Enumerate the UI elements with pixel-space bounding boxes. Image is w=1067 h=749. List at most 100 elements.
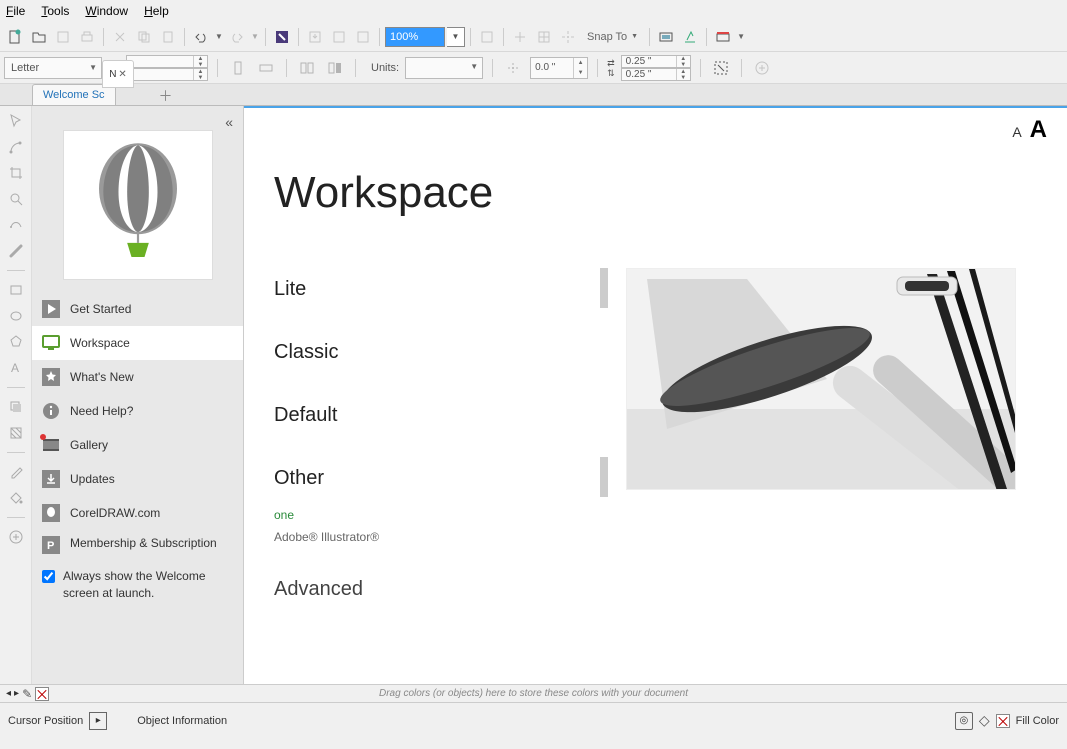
workspace-preview-image bbox=[626, 268, 1016, 490]
sidebar-item-coreldraw-com[interactable]: CorelDRAW.com bbox=[32, 496, 243, 530]
workspace-section-advanced: Advanced bbox=[274, 568, 594, 611]
always-show-welcome-checkbox[interactable]: Always show the Welcome screen at launch… bbox=[32, 560, 243, 610]
transparency-tool[interactable] bbox=[5, 422, 27, 444]
export-button[interactable] bbox=[328, 26, 350, 48]
menu-file[interactable]: File bbox=[6, 4, 25, 18]
font-size-large-button[interactable]: A bbox=[1030, 116, 1047, 144]
import-button[interactable] bbox=[304, 26, 326, 48]
search-content-button[interactable] bbox=[271, 26, 293, 48]
eyedropper-tool[interactable] bbox=[5, 461, 27, 483]
quick-customize-button[interactable] bbox=[751, 57, 773, 79]
current-page-button[interactable] bbox=[324, 57, 346, 79]
fill-indicator-icon[interactable]: ◇ bbox=[979, 712, 990, 729]
menu-window[interactable]: Window bbox=[85, 4, 128, 18]
sidebar-item-whats-new[interactable]: What's New bbox=[32, 360, 243, 394]
workspace-option-illustrator[interactable]: Adobe® Illustrator® bbox=[274, 530, 594, 544]
artistic-media-tool[interactable] bbox=[5, 240, 27, 262]
checkbox-label: Always show the Welcome screen at launch… bbox=[63, 568, 233, 602]
workspace-section-other: Other bbox=[274, 457, 594, 500]
open-button[interactable] bbox=[28, 26, 50, 48]
paste-button[interactable] bbox=[157, 26, 179, 48]
document-palette[interactable]: ◂ ▸ ✎ Drag colors (or objects) here to s… bbox=[0, 684, 1067, 702]
page-width-field[interactable]: ▲▼ bbox=[126, 55, 208, 68]
proof-colors-icon[interactable]: ◎ bbox=[955, 712, 973, 730]
grid-button[interactable] bbox=[533, 26, 555, 48]
customize-toolbox-button[interactable] bbox=[5, 526, 27, 548]
zoom-dropdown[interactable]: ▼ bbox=[447, 27, 465, 47]
text-tool[interactable]: A bbox=[5, 357, 27, 379]
app-launcher-button[interactable] bbox=[712, 26, 734, 48]
cut-button[interactable] bbox=[109, 26, 131, 48]
launch-button[interactable] bbox=[679, 26, 701, 48]
collapse-sidebar-button[interactable]: « bbox=[225, 114, 233, 130]
menu-help[interactable]: Help bbox=[144, 4, 169, 18]
dropshadow-tool[interactable] bbox=[5, 396, 27, 418]
treat-as-filled-button[interactable] bbox=[710, 57, 732, 79]
eyedropper-icon[interactable]: ✎ bbox=[22, 687, 32, 701]
landscape-button[interactable] bbox=[255, 57, 277, 79]
guidelines-button[interactable] bbox=[557, 26, 579, 48]
portrait-button[interactable] bbox=[227, 57, 249, 79]
polygon-tool[interactable] bbox=[5, 331, 27, 353]
sidebar-item-gallery[interactable]: Gallery bbox=[32, 428, 243, 462]
dup-y-field[interactable]: 0.25 "▲▼ bbox=[621, 68, 691, 81]
sidebar-item-label: CorelDRAW.com bbox=[70, 506, 160, 520]
undo-dropdown[interactable]: ▼ bbox=[214, 26, 224, 48]
workspace-option-default[interactable]: Default bbox=[274, 394, 594, 437]
sidebar-item-workspace[interactable]: Workspace bbox=[32, 326, 243, 360]
play-icon bbox=[42, 300, 60, 318]
freehand-tool[interactable] bbox=[5, 214, 27, 236]
snap-to-dropdown[interactable]: Snap To▼ bbox=[581, 31, 644, 43]
page-height-field[interactable]: ▲▼ bbox=[126, 68, 208, 81]
options-button[interactable] bbox=[655, 26, 677, 48]
toolbox: A bbox=[0, 106, 32, 684]
workspace-option-lite[interactable]: Lite bbox=[274, 268, 594, 311]
sidebar-item-get-started[interactable]: Get Started bbox=[32, 292, 243, 326]
sidebar-item-updates[interactable]: Updates bbox=[32, 462, 243, 496]
shape-tool[interactable] bbox=[5, 136, 27, 158]
menu-tools[interactable]: Tools bbox=[41, 4, 69, 18]
fill-tool[interactable] bbox=[5, 487, 27, 509]
nudge-distance-field[interactable]: 0.0 " ▲▼ bbox=[530, 57, 588, 79]
zoom-field[interactable]: 100% bbox=[385, 27, 445, 47]
new-doc-button[interactable] bbox=[4, 26, 26, 48]
zoom-tool[interactable] bbox=[5, 188, 27, 210]
units-select[interactable]: ▼ bbox=[405, 57, 483, 79]
fullscreen-button[interactable] bbox=[476, 26, 498, 48]
pick-tool[interactable] bbox=[5, 110, 27, 132]
rectangle-tool[interactable] bbox=[5, 279, 27, 301]
rulers-button[interactable] bbox=[509, 26, 531, 48]
fill-none-swatch[interactable] bbox=[996, 714, 1010, 728]
no-color-swatch[interactable] bbox=[35, 687, 49, 701]
redo-dropdown[interactable]: ▼ bbox=[250, 26, 260, 48]
font-size-small-button[interactable]: A bbox=[1012, 124, 1021, 140]
dup-x-field[interactable]: 0.25 "▲▼ bbox=[621, 55, 691, 68]
workspace-option-one[interactable]: one bbox=[274, 508, 594, 522]
main-toolbar: ▼ ▼ 100% ▼ Snap To▼ ▼ bbox=[0, 22, 1067, 52]
welcome-checkbox-input[interactable] bbox=[42, 570, 55, 583]
ellipse-tool[interactable] bbox=[5, 305, 27, 327]
page-size-select[interactable]: Letter ▼ bbox=[4, 57, 102, 79]
sidebar-item-membership[interactable]: P Membership & Subscription bbox=[32, 530, 243, 560]
publish-pdf-button[interactable] bbox=[352, 26, 374, 48]
cursor-position-toggle[interactable]: ▸ bbox=[89, 712, 107, 730]
all-pages-button[interactable] bbox=[296, 57, 318, 79]
tab-add-button[interactable]: ＋ bbox=[156, 87, 176, 105]
print-button[interactable] bbox=[76, 26, 98, 48]
redo-button[interactable] bbox=[226, 26, 248, 48]
palette-hint: Drag colors (or objects) here to store t… bbox=[379, 688, 688, 699]
palette-next[interactable]: ▸ bbox=[14, 688, 19, 699]
workspace-option-classic[interactable]: Classic bbox=[274, 331, 594, 374]
palette-prev[interactable]: ◂ bbox=[6, 688, 11, 699]
menu-bar: File Tools Window Help bbox=[0, 0, 1067, 22]
save-button[interactable] bbox=[52, 26, 74, 48]
copy-button[interactable] bbox=[133, 26, 155, 48]
doc-tab-close[interactable]: N ✕ bbox=[102, 60, 134, 88]
app-launcher-dropdown[interactable]: ▼ bbox=[736, 26, 746, 48]
p-badge-icon: P bbox=[42, 536, 60, 554]
sidebar-item-label: What's New bbox=[70, 370, 134, 384]
workspace-list: Lite Classic Default Other one Adobe® Il… bbox=[274, 268, 594, 619]
crop-tool[interactable] bbox=[5, 162, 27, 184]
undo-button[interactable] bbox=[190, 26, 212, 48]
sidebar-item-need-help[interactable]: Need Help? bbox=[32, 394, 243, 428]
